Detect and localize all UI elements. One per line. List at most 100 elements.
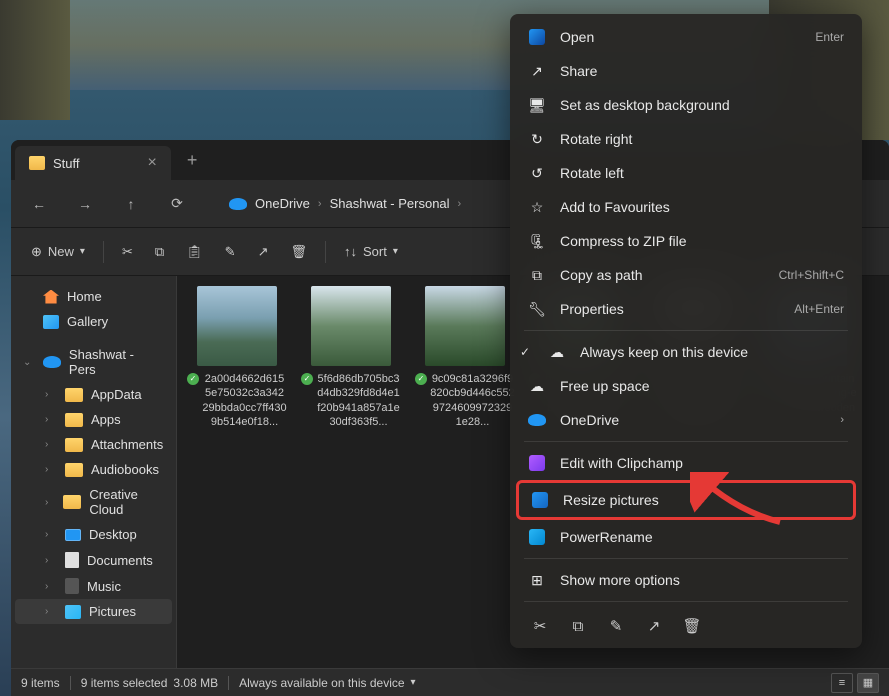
sidebar-item-documents[interactable]: › Documents [15, 547, 172, 573]
chevron-down-icon[interactable]: ▾ [411, 677, 416, 688]
chevron-right-icon[interactable]: › [45, 606, 57, 617]
sidebar-label: Music [87, 579, 121, 594]
onedrive-icon [229, 198, 247, 210]
ctx-share[interactable]: ↗ Share [516, 54, 856, 88]
ctx-always-keep[interactable]: ✓ ☁ Always keep on this device [516, 335, 856, 369]
chevron-right-icon[interactable]: › [45, 529, 57, 540]
share-button[interactable]: ↗ [644, 616, 664, 636]
ctx-label: Share [560, 63, 597, 79]
copy-button[interactable]: ⧉ [145, 234, 174, 270]
chevron-right-icon[interactable]: › [45, 555, 57, 566]
cut-button[interactable]: ✂ [530, 616, 550, 636]
tab-stuff[interactable]: Stuff × [15, 146, 171, 180]
rename-button[interactable]: ✎ [606, 616, 626, 636]
chevron-right-icon[interactable]: › [45, 497, 55, 508]
new-label: New [48, 244, 74, 259]
chevron-right-icon[interactable]: › [45, 581, 57, 592]
sidebar-item-attachments[interactable]: › Attachments [15, 432, 172, 457]
ctx-open[interactable]: Open Enter [516, 20, 856, 54]
ctx-resize-pictures[interactable]: Resize pictures [516, 480, 856, 520]
ctx-rotate-left[interactable]: ↺ Rotate left [516, 156, 856, 190]
more-icon: ⊞ [528, 571, 546, 589]
paste-button[interactable]: 📋︎ [176, 234, 213, 270]
sidebar-item-appdata[interactable]: › AppData [15, 382, 172, 407]
cloud-sync-icon: ☁ [548, 343, 566, 361]
sidebar-item-apps[interactable]: › Apps [15, 407, 172, 432]
clipboard-icon: 📋︎ [186, 244, 203, 260]
file-thumbnail[interactable]: ✓2a00d4662d6155e75032c3a34229bbda0cc7ff4… [187, 286, 287, 428]
ctx-add-favourites[interactable]: ☆ Add to Favourites [516, 190, 856, 224]
status-availability: Always available on this device [239, 676, 404, 690]
close-tab-icon[interactable]: × [148, 154, 157, 172]
ctx-copy-path[interactable]: ⧉ Copy as path Ctrl+Shift+C [516, 258, 856, 292]
chevron-right-icon[interactable]: › [45, 439, 57, 450]
file-thumbnail[interactable]: ✓9c09c81a3296f9820cb9d446c55297246099723… [415, 286, 515, 428]
ctx-free-space[interactable]: ☁ Free up space [516, 369, 856, 403]
delete-button[interactable]: 🗑︎ [280, 234, 317, 270]
sort-button[interactable]: ↑↓ Sort ▾ [334, 234, 408, 270]
sidebar-item-desktop[interactable]: › Desktop [15, 522, 172, 547]
copy-path-icon: ⧉ [528, 266, 546, 284]
ctx-set-background[interactable]: 🖥︎ Set as desktop background [516, 88, 856, 122]
ctx-rotate-right[interactable]: ↻ Rotate right [516, 122, 856, 156]
image-thumbnail [311, 286, 391, 366]
ctx-label: Set as desktop background [560, 97, 730, 113]
sidebar-item-creative-cloud[interactable]: › Creative Cloud [15, 482, 172, 522]
breadcrumb-seg1[interactable]: Shashwat - Personal [330, 196, 450, 211]
document-icon [65, 552, 79, 568]
ctx-label: Open [560, 29, 594, 45]
onedrive-icon [43, 356, 61, 368]
ctx-label: Resize pictures [563, 492, 659, 508]
home-icon [43, 290, 59, 304]
up-button[interactable]: ↑ [113, 186, 149, 222]
sidebar-item-music[interactable]: › Music [15, 573, 172, 599]
clipchamp-icon [529, 455, 545, 471]
chevron-down-icon[interactable]: ⌄ [23, 357, 35, 368]
ctx-label: Rotate right [560, 131, 632, 147]
share-button[interactable]: ↗ [248, 234, 279, 270]
check-icon: ✓ [520, 345, 534, 359]
pictures-icon [65, 605, 81, 619]
sidebar-label: Home [67, 289, 102, 304]
sidebar-item-audiobooks[interactable]: › Audiobooks [15, 457, 172, 482]
ctx-clipchamp[interactable]: Edit with Clipchamp [516, 446, 856, 480]
copy-button[interactable]: ⧉ [568, 616, 588, 636]
file-name: 5f6d86db705bc3d4db329fd8d4e1f20b941a857a… [316, 372, 401, 428]
star-icon: ☆ [528, 198, 546, 216]
rename-button[interactable]: ✎ [215, 234, 246, 270]
breadcrumb-root[interactable]: OneDrive [255, 196, 310, 211]
delete-button[interactable]: 🗑︎ [682, 616, 702, 636]
plus-circle-icon: ⊕ [31, 244, 42, 260]
refresh-button[interactable]: ⟳ [159, 186, 195, 222]
desktop-icon [65, 529, 81, 541]
sidebar-item-onedrive[interactable]: ⌄ Shashwat - Pers [15, 342, 172, 382]
ctx-properties[interactable]: 🔧︎ Properties Alt+Enter [516, 292, 856, 326]
file-thumbnail[interactable]: ✓5f6d86db705bc3d4db329fd8d4e1f20b941a857… [301, 286, 401, 428]
chevron-right-icon[interactable]: › [45, 464, 57, 475]
ctx-onedrive[interactable]: OneDrive › [516, 403, 856, 437]
chevron-right-icon: › [840, 414, 844, 426]
ctx-compress-zip[interactable]: 🗜︎ Compress to ZIP file [516, 224, 856, 258]
cut-button[interactable]: ✂ [112, 234, 143, 270]
image-thumbnail [425, 286, 505, 366]
cloud-icon: ☁ [528, 377, 546, 395]
chevron-right-icon[interactable]: › [45, 389, 57, 400]
ctx-powerrename[interactable]: PowerRename [516, 520, 856, 554]
chevron-right-icon[interactable]: › [45, 414, 57, 425]
thumbnails-view-button[interactable]: ▦ [857, 673, 879, 693]
ctx-show-more[interactable]: ⊞ Show more options [516, 563, 856, 597]
photos-app-icon [529, 29, 545, 45]
sidebar-label: Shashwat - Pers [69, 347, 164, 377]
details-view-button[interactable]: ≡ [831, 673, 853, 693]
ctx-label: Compress to ZIP file [560, 233, 687, 249]
new-button[interactable]: ⊕ New ▾ [21, 234, 95, 270]
back-button[interactable]: ← [21, 186, 57, 222]
copy-icon: ⧉ [155, 244, 164, 260]
new-tab-button[interactable]: + [187, 150, 198, 171]
sidebar-item-pictures[interactable]: › Pictures [15, 599, 172, 624]
sidebar-item-gallery[interactable]: Gallery [15, 309, 172, 334]
forward-button[interactable]: → [67, 186, 103, 222]
sidebar-item-home[interactable]: Home [15, 284, 172, 309]
address-bar[interactable]: OneDrive › Shashwat - Personal › [219, 188, 471, 220]
ctx-label: PowerRename [560, 529, 653, 545]
